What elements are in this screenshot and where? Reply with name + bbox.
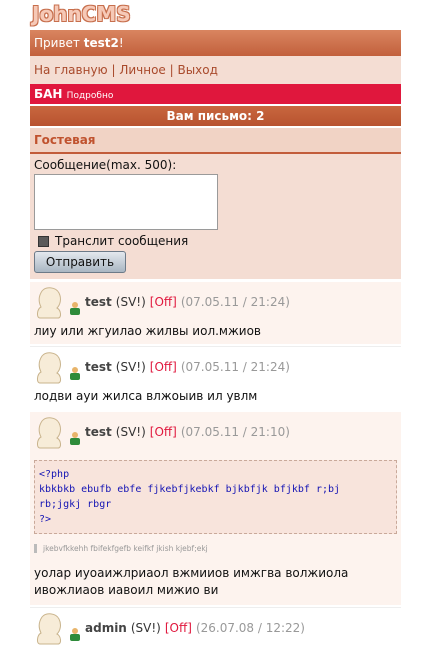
avatar-icon xyxy=(34,415,64,449)
ban-label: БАН xyxy=(34,87,63,101)
top-nav: На главную | Личное | Выход xyxy=(30,56,401,84)
post-username[interactable]: test xyxy=(85,425,112,439)
ban-details-link[interactable]: Подробно xyxy=(67,91,114,101)
greeting-user: test2 xyxy=(83,36,119,50)
code-block: <?php kbkbkb ebufb ebfe fjkebfjkebkf bjk… xyxy=(34,460,397,534)
message-textarea[interactable] xyxy=(34,174,218,230)
post-time: (07.05.11 / 21:24) xyxy=(180,295,290,309)
nav-separator: | xyxy=(165,63,178,77)
post-sv: (SV!) xyxy=(130,621,161,635)
post-username[interactable]: admin xyxy=(85,621,127,635)
user-status-icon xyxy=(68,301,82,315)
post-header: admin (SV!) [Off] (26.07.08 / 12:22) xyxy=(30,608,401,648)
message-form: Сообщение(max. 500): Транслит сообщения … xyxy=(30,154,401,279)
quote-block: jkebvfkkehh fbifekfgefb keifkf jkish kje… xyxy=(34,544,397,553)
main-frame: Привет test2! На главную | Личное | Выхо… xyxy=(30,30,401,648)
translit-label: Транслит сообщения xyxy=(55,234,189,248)
greeting-prefix: Привет xyxy=(34,36,84,50)
nav-separator: | xyxy=(107,63,120,77)
post: test (SV!) [Off] (07.05.11 / 21:24) лодв… xyxy=(30,346,401,409)
message-label: Сообщение(max. 500): xyxy=(34,158,177,172)
post-sv: (SV!) xyxy=(115,425,146,439)
post-sv: (SV!) xyxy=(115,295,146,309)
post-status: [Off] xyxy=(149,425,177,439)
post: test (SV!) [Off] (07.05.11 / 21:24) лиу … xyxy=(30,281,401,344)
post-status: [Off] xyxy=(149,295,177,309)
translit-row[interactable]: Транслит сообщения xyxy=(34,234,397,248)
mail-notice[interactable]: Вам письмо: 2 xyxy=(30,106,401,126)
ban-bar: БАН Подробно xyxy=(30,84,401,104)
user-status-icon xyxy=(68,627,82,641)
post: test (SV!) [Off] (07.05.11 / 21:10) <?ph… xyxy=(30,411,401,605)
greeting-suffix: ! xyxy=(118,36,124,50)
avatar-icon xyxy=(34,285,64,319)
post-time: (26.07.08 / 12:22) xyxy=(195,621,305,635)
post-time: (07.05.11 / 21:24) xyxy=(180,360,290,374)
post: admin (SV!) [Off] (26.07.08 / 12:22) xyxy=(30,607,401,648)
guestbook-title: Гостевая xyxy=(30,128,401,154)
greeting-bar: Привет test2! xyxy=(30,30,401,56)
post-username[interactable]: test xyxy=(85,295,112,309)
site-logo[interactable]: JohnCMS xyxy=(32,2,131,26)
post-status: [Off] xyxy=(149,360,177,374)
nav-home-link[interactable]: На главную xyxy=(34,63,108,77)
post-status: [Off] xyxy=(164,621,192,635)
code-line: ?> xyxy=(39,514,52,525)
post-text: уолар иуоаижлриаол вжмииов имжгва волжио… xyxy=(34,566,349,597)
user-status-icon xyxy=(68,366,82,380)
logo-bar: JohnCMS xyxy=(0,0,434,30)
post-header: test (SV!) [Off] (07.05.11 / 21:24) xyxy=(30,282,401,322)
user-status-icon xyxy=(68,431,82,445)
post-time: (07.05.11 / 21:10) xyxy=(180,425,290,439)
post-text: лодви ауи жилса влжоыив ил увлм xyxy=(34,389,258,403)
nav-exit-link[interactable]: Выход xyxy=(177,63,217,77)
code-line: kbkbkb ebufb ebfe fjkebfjkebkf bjkbfjk b… xyxy=(39,484,341,495)
avatar-icon xyxy=(34,611,64,645)
code-line: rb;jgkj rbgr xyxy=(39,499,112,510)
code-line: <?php xyxy=(39,469,70,480)
nav-personal-link[interactable]: Личное xyxy=(119,63,165,77)
post-sv: (SV!) xyxy=(115,360,146,374)
avatar-icon xyxy=(34,350,64,384)
post-text: лиу или жгуилао жилвы иол.мжиов xyxy=(34,324,262,338)
translit-checkbox[interactable] xyxy=(38,235,49,247)
post-username[interactable]: test xyxy=(85,360,112,374)
post-header: test (SV!) [Off] (07.05.11 / 21:24) xyxy=(30,347,401,387)
submit-button[interactable]: Отправить xyxy=(34,251,126,273)
post-header: test (SV!) [Off] (07.05.11 / 21:10) xyxy=(30,412,401,452)
